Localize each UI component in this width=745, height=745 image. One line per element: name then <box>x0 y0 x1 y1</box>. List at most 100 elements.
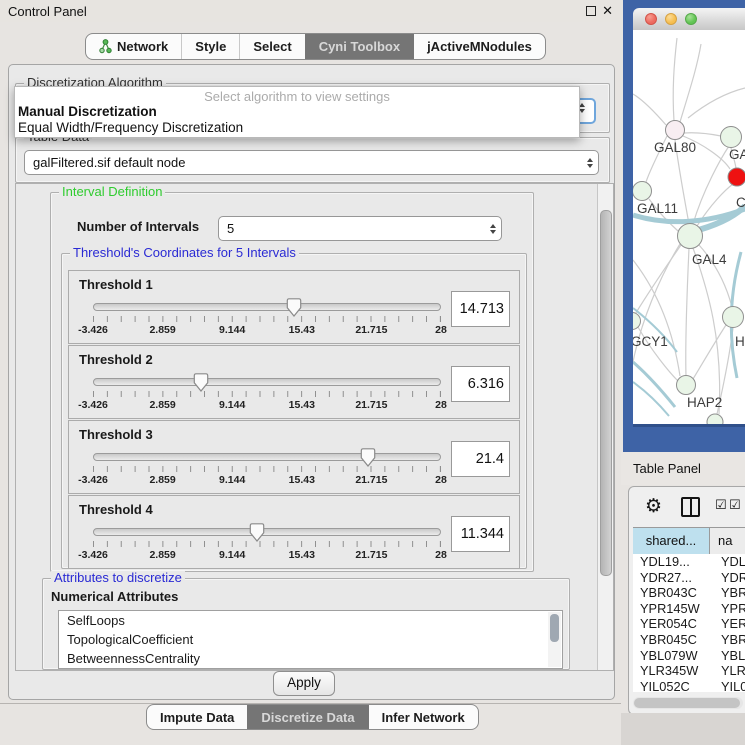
table-data-group: Table Data galFiltered.sif default node <box>15 137 610 183</box>
scrollbar-thumb[interactable] <box>550 614 559 642</box>
tab-select[interactable]: Select <box>239 34 304 59</box>
table-row[interactable]: YLR345WYLR3 <box>633 663 745 679</box>
table-row[interactable]: YPR145WYPR1 <box>633 601 745 617</box>
network-window-titlebar[interactable] <box>633 8 745 31</box>
threshold-2-value-field[interactable]: 6.316 <box>451 366 510 402</box>
threshold-2-label: Threshold 2 <box>79 352 153 367</box>
network-edge[interactable] <box>688 88 745 118</box>
column-header-name[interactable]: na <box>710 528 745 554</box>
tab-style[interactable]: Style <box>181 34 239 59</box>
network-tab-icon <box>99 39 112 54</box>
slider-ticks <box>93 391 441 397</box>
tab-impute-data[interactable]: Impute Data <box>147 705 247 729</box>
table-row[interactable]: YBR043CYBR0 <box>633 585 745 601</box>
tab-network[interactable]: Network <box>86 34 181 59</box>
cyni-toolbox-panel: Discretization Algorithm Table Data galF… <box>8 64 615 700</box>
network-node[interactable] <box>633 313 641 330</box>
network-node[interactable] <box>666 121 685 140</box>
tab-discretize-data[interactable]: Discretize Data <box>247 705 367 729</box>
threshold-4-slider[interactable]: -3.426 2.859 9.144 15.43 21.715 28 <box>93 523 441 563</box>
slider-track[interactable] <box>93 453 441 461</box>
close-icon[interactable]: ✕ <box>602 3 613 19</box>
network-canvas[interactable]: GAL80GACGAL11GAL4GCY1HHAP2 <box>633 30 745 427</box>
network-node-label: GA <box>729 147 745 162</box>
background <box>621 713 745 745</box>
popup-option-manual[interactable]: Manual Discretization <box>18 104 157 119</box>
float-window-icon[interactable] <box>586 6 596 16</box>
tab-cyni-toolbox[interactable]: Cyni Toolbox <box>305 34 413 59</box>
combo-arrows-icon <box>485 224 501 234</box>
interval-group-label: Interval Definition <box>59 185 165 199</box>
num-intervals-combobox[interactable]: 5 <box>218 216 502 241</box>
split-columns-icon[interactable] <box>681 497 700 517</box>
table-row[interactable]: YER054CYER0 <box>633 616 745 632</box>
close-traffic-light[interactable] <box>645 13 657 25</box>
network-edge[interactable] <box>633 382 669 416</box>
network-edge[interactable] <box>633 94 666 125</box>
threshold-1-value-field[interactable]: 14.713 <box>451 291 510 327</box>
slider-thumb[interactable] <box>360 448 375 467</box>
vertical-scrollbar[interactable] <box>597 184 613 670</box>
network-edge[interactable] <box>634 245 681 316</box>
network-node[interactable] <box>728 168 745 186</box>
tab-jactivemnodules[interactable]: jActiveMNodules <box>413 34 545 59</box>
threshold-4-value-field[interactable]: 11.344 <box>451 516 510 552</box>
slider-track[interactable] <box>93 378 441 386</box>
tab-infer-network[interactable]: Infer Network <box>368 705 478 729</box>
list-scrollbar[interactable] <box>548 612 561 667</box>
network-node[interactable] <box>677 376 696 395</box>
table-row[interactable]: YDR27...YDR2 <box>633 570 745 586</box>
minimize-traffic-light[interactable] <box>665 13 677 25</box>
table-toolbar: ⚙ ☑ ☑ <box>629 487 745 526</box>
network-edge[interactable] <box>693 248 720 414</box>
interval-definition-group: Interval Definition Number of Intervals … <box>50 192 534 572</box>
thresholds-group: Threshold's Coordinates for 5 Intervals … <box>61 253 527 569</box>
scrollbar-thumb[interactable] <box>600 210 612 576</box>
checkbox-icon[interactable]: ☑ <box>729 498 741 511</box>
network-node[interactable] <box>707 414 723 427</box>
checkbox-icon[interactable]: ☑ <box>715 498 727 511</box>
horizontal-scrollbar[interactable] <box>633 697 743 709</box>
table-panel-titlebar: Table Panel <box>621 452 745 485</box>
network-edge[interactable] <box>693 146 729 224</box>
column-header-shared[interactable]: shared... <box>633 528 710 554</box>
network-edge[interactable] <box>684 133 721 136</box>
apply-button[interactable]: Apply <box>273 671 335 696</box>
slider-ticks <box>93 466 441 472</box>
network-edge[interactable] <box>673 38 677 121</box>
slider-thumb[interactable] <box>193 373 208 392</box>
zoom-traffic-light[interactable] <box>685 13 697 25</box>
table-row[interactable]: YBL079WYBL0 <box>633 648 745 664</box>
list-item[interactable]: TopologicalCoefficient <box>59 630 562 649</box>
threshold-3-value-field[interactable]: 21.4 <box>451 441 510 477</box>
threshold-3-slider[interactable]: -3.426 2.859 9.144 15.43 21.715 28 <box>93 448 441 488</box>
network-node[interactable] <box>723 307 744 328</box>
table-panel: ⚙ ☑ ☑ shared... na YDL19...YDL1 YDR27...… <box>628 486 745 715</box>
network-node[interactable] <box>678 224 703 249</box>
network-node[interactable] <box>633 182 652 201</box>
slider-thumb[interactable] <box>249 523 264 542</box>
list-item[interactable]: BetweennessCentrality <box>59 649 562 668</box>
scrollbar-thumb[interactable] <box>634 698 740 708</box>
slider-track[interactable] <box>93 303 441 311</box>
network-node[interactable] <box>721 127 742 148</box>
network-node-label: GAL11 <box>637 201 678 216</box>
network-node-label: C <box>736 195 745 210</box>
table-data-combobox[interactable]: galFiltered.sif default node <box>24 150 599 175</box>
threshold-2-panel: Threshold 2 -3.426 2.859 9.144 <box>68 345 520 419</box>
threshold-1-slider[interactable]: -3.426 2.859 9.144 15.43 21.715 28 <box>93 298 441 338</box>
slider-track[interactable] <box>93 528 441 536</box>
gear-icon[interactable]: ⚙ <box>645 495 662 518</box>
table-row[interactable]: YDL19...YDL1 <box>633 554 745 570</box>
popup-option-equal-width[interactable]: Equal Width/Frequency Discretization <box>18 120 243 135</box>
threshold-2-slider[interactable]: -3.426 2.859 9.144 15.43 21.715 28 <box>93 373 441 413</box>
list-item[interactable]: SelfLoops <box>59 611 562 630</box>
threshold-1-panel: Threshold 1 -3.426 2.859 9.144 <box>68 270 520 344</box>
slider-thumb[interactable] <box>286 298 301 317</box>
network-node-label: GAL4 <box>692 252 727 267</box>
table-row[interactable]: YIL052CYIL0 <box>633 679 745 692</box>
network-node-label: GAL80 <box>654 140 696 155</box>
table-row[interactable]: YBR045CYBR0 <box>633 632 745 648</box>
network-edge[interactable] <box>693 325 726 379</box>
network-edge[interactable] <box>686 248 689 376</box>
